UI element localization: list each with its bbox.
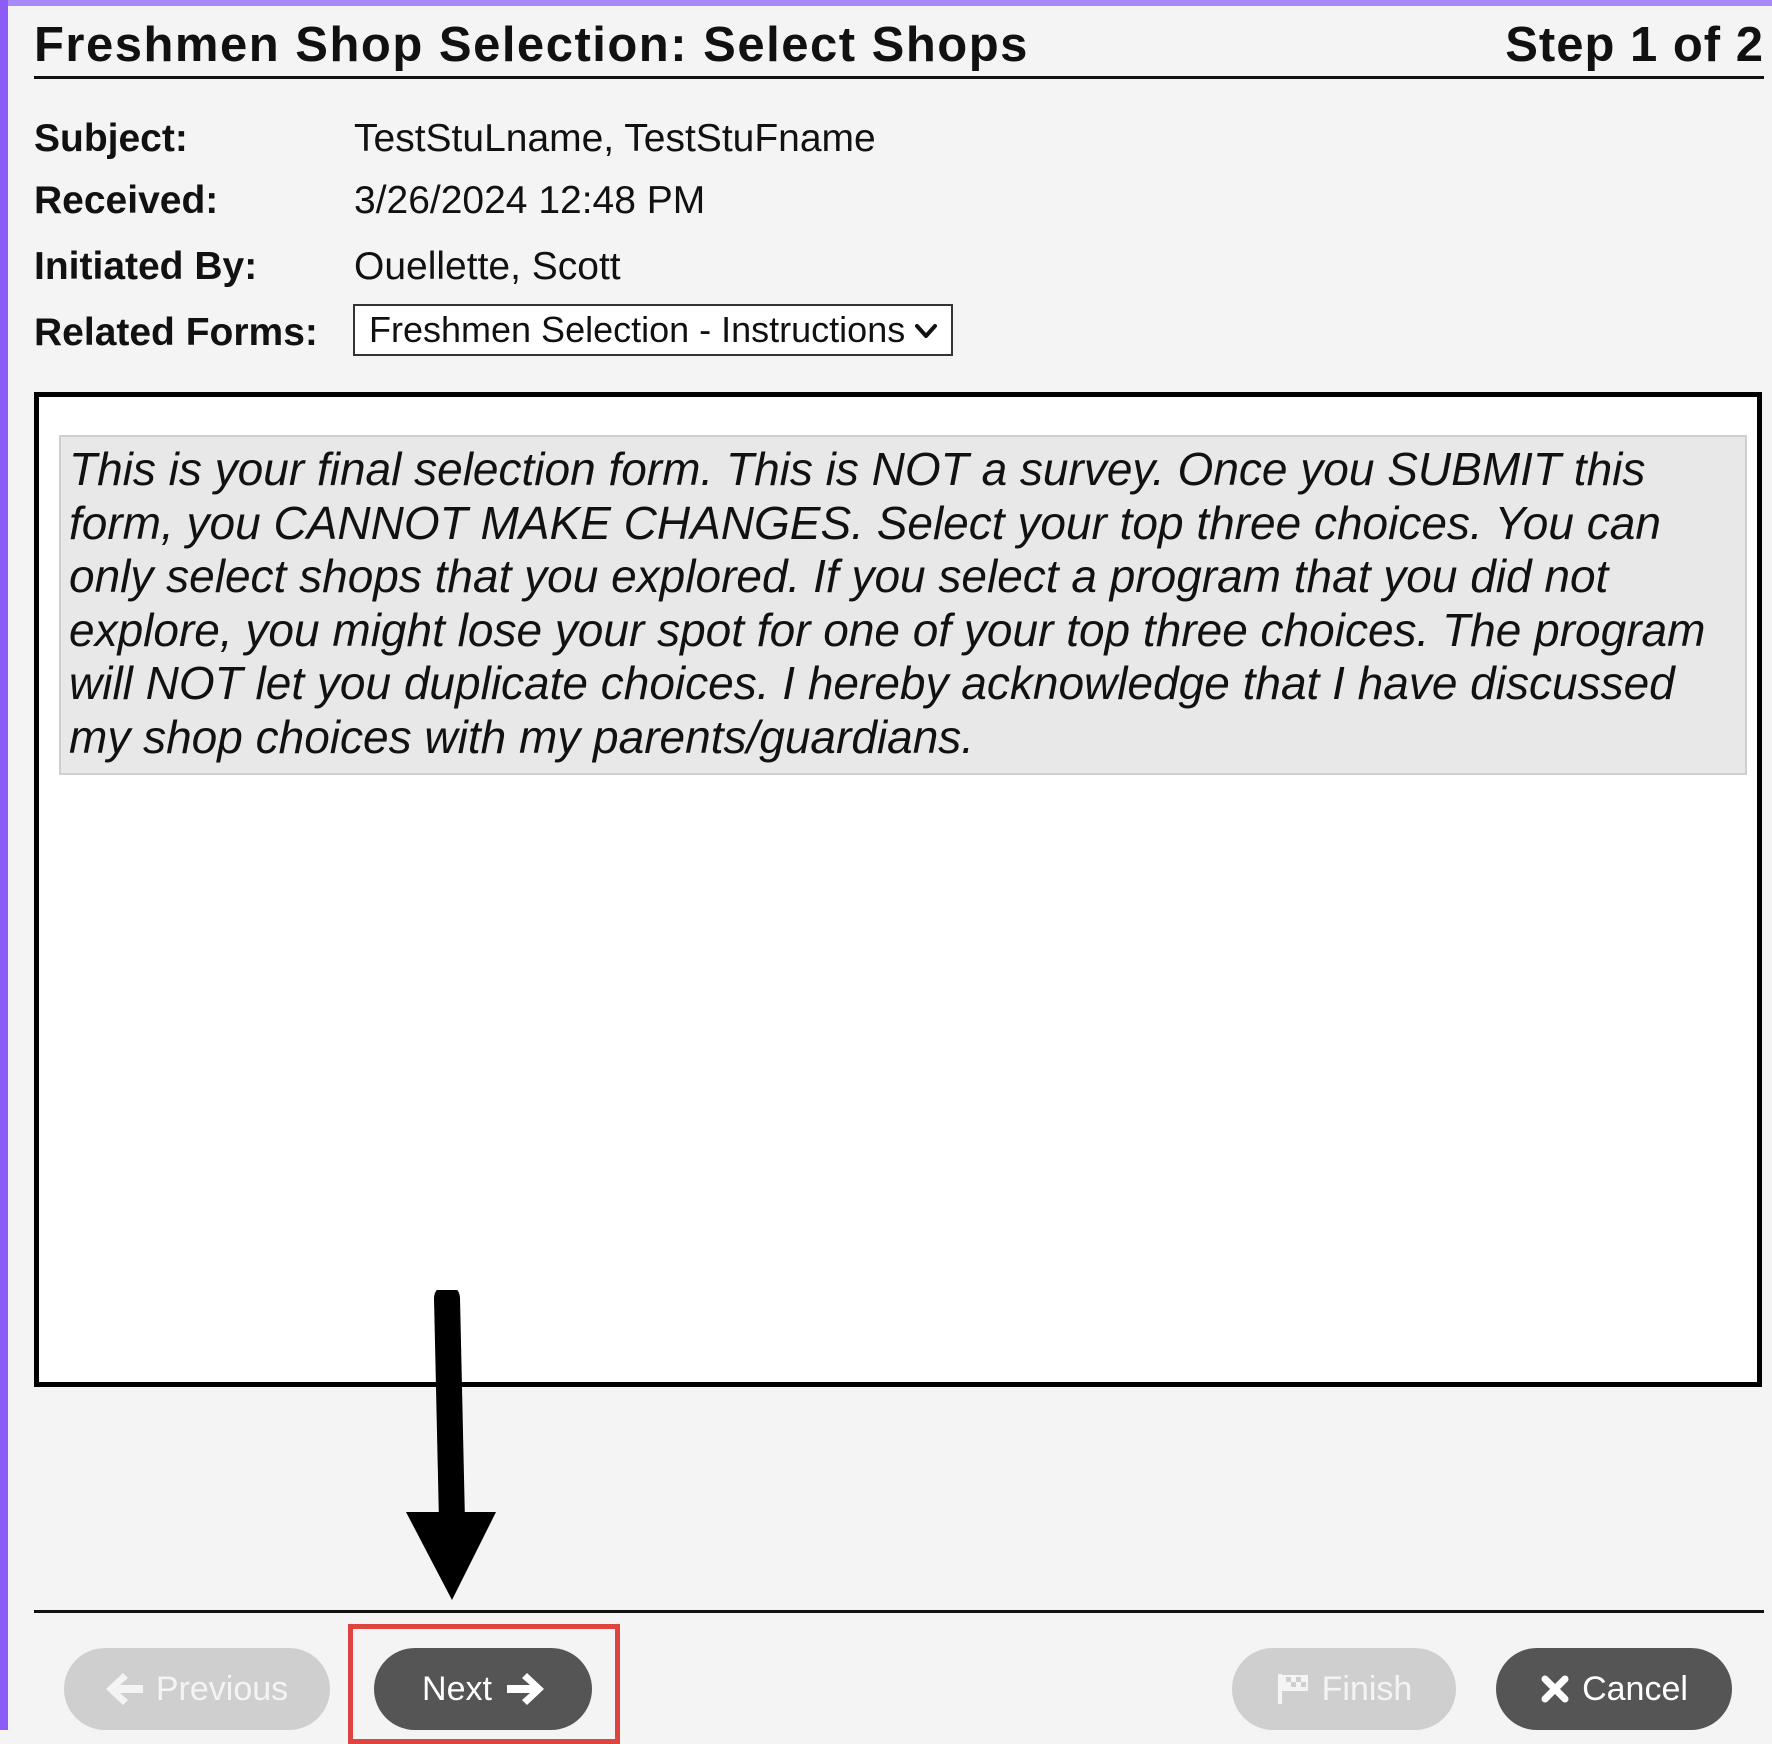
instructions-text: This is your final selection form. This … <box>59 435 1747 775</box>
related-forms-label: Related Forms: <box>34 311 318 354</box>
cancel-button[interactable]: Cancel <box>1496 1648 1732 1730</box>
related-forms-select[interactable]: Freshmen Selection - Instructions <box>353 304 953 356</box>
received-label: Received: <box>34 179 219 222</box>
finish-button[interactable]: Finish <box>1232 1648 1456 1730</box>
previous-button[interactable]: Previous <box>64 1648 330 1730</box>
cancel-button-label: Cancel <box>1582 1669 1688 1708</box>
page-title: Freshmen Shop Selection: Select Shops <box>34 18 1029 72</box>
next-button-highlight <box>348 1624 620 1744</box>
step-indicator: Step 1 of 2 <box>1505 18 1764 72</box>
top-accent-bar <box>0 0 1772 6</box>
related-forms-selected: Freshmen Selection - Instructions <box>369 309 906 350</box>
left-accent-bar <box>0 0 8 1730</box>
initiated-label: Initiated By: <box>34 245 258 288</box>
arrow-left-icon <box>105 1673 143 1705</box>
initiated-value: Ouellette, Scott <box>354 245 621 288</box>
arrow-down-annotation-icon <box>406 1290 496 1600</box>
form-panel: This is your final selection form. This … <box>34 392 1762 1387</box>
subject-label: Subject: <box>34 117 188 160</box>
page-header: Freshmen Shop Selection: Select Shops St… <box>34 14 1764 79</box>
footer-divider <box>34 1610 1764 1613</box>
chevron-down-icon <box>915 324 937 338</box>
finish-button-label: Finish <box>1321 1669 1413 1708</box>
subject-value: TestStuLname, TestStuFname <box>354 117 876 160</box>
flag-icon <box>1277 1674 1308 1704</box>
received-value: 3/26/2024 12:48 PM <box>354 179 706 222</box>
previous-button-label: Previous <box>155 1669 289 1708</box>
x-icon <box>1541 1675 1569 1703</box>
